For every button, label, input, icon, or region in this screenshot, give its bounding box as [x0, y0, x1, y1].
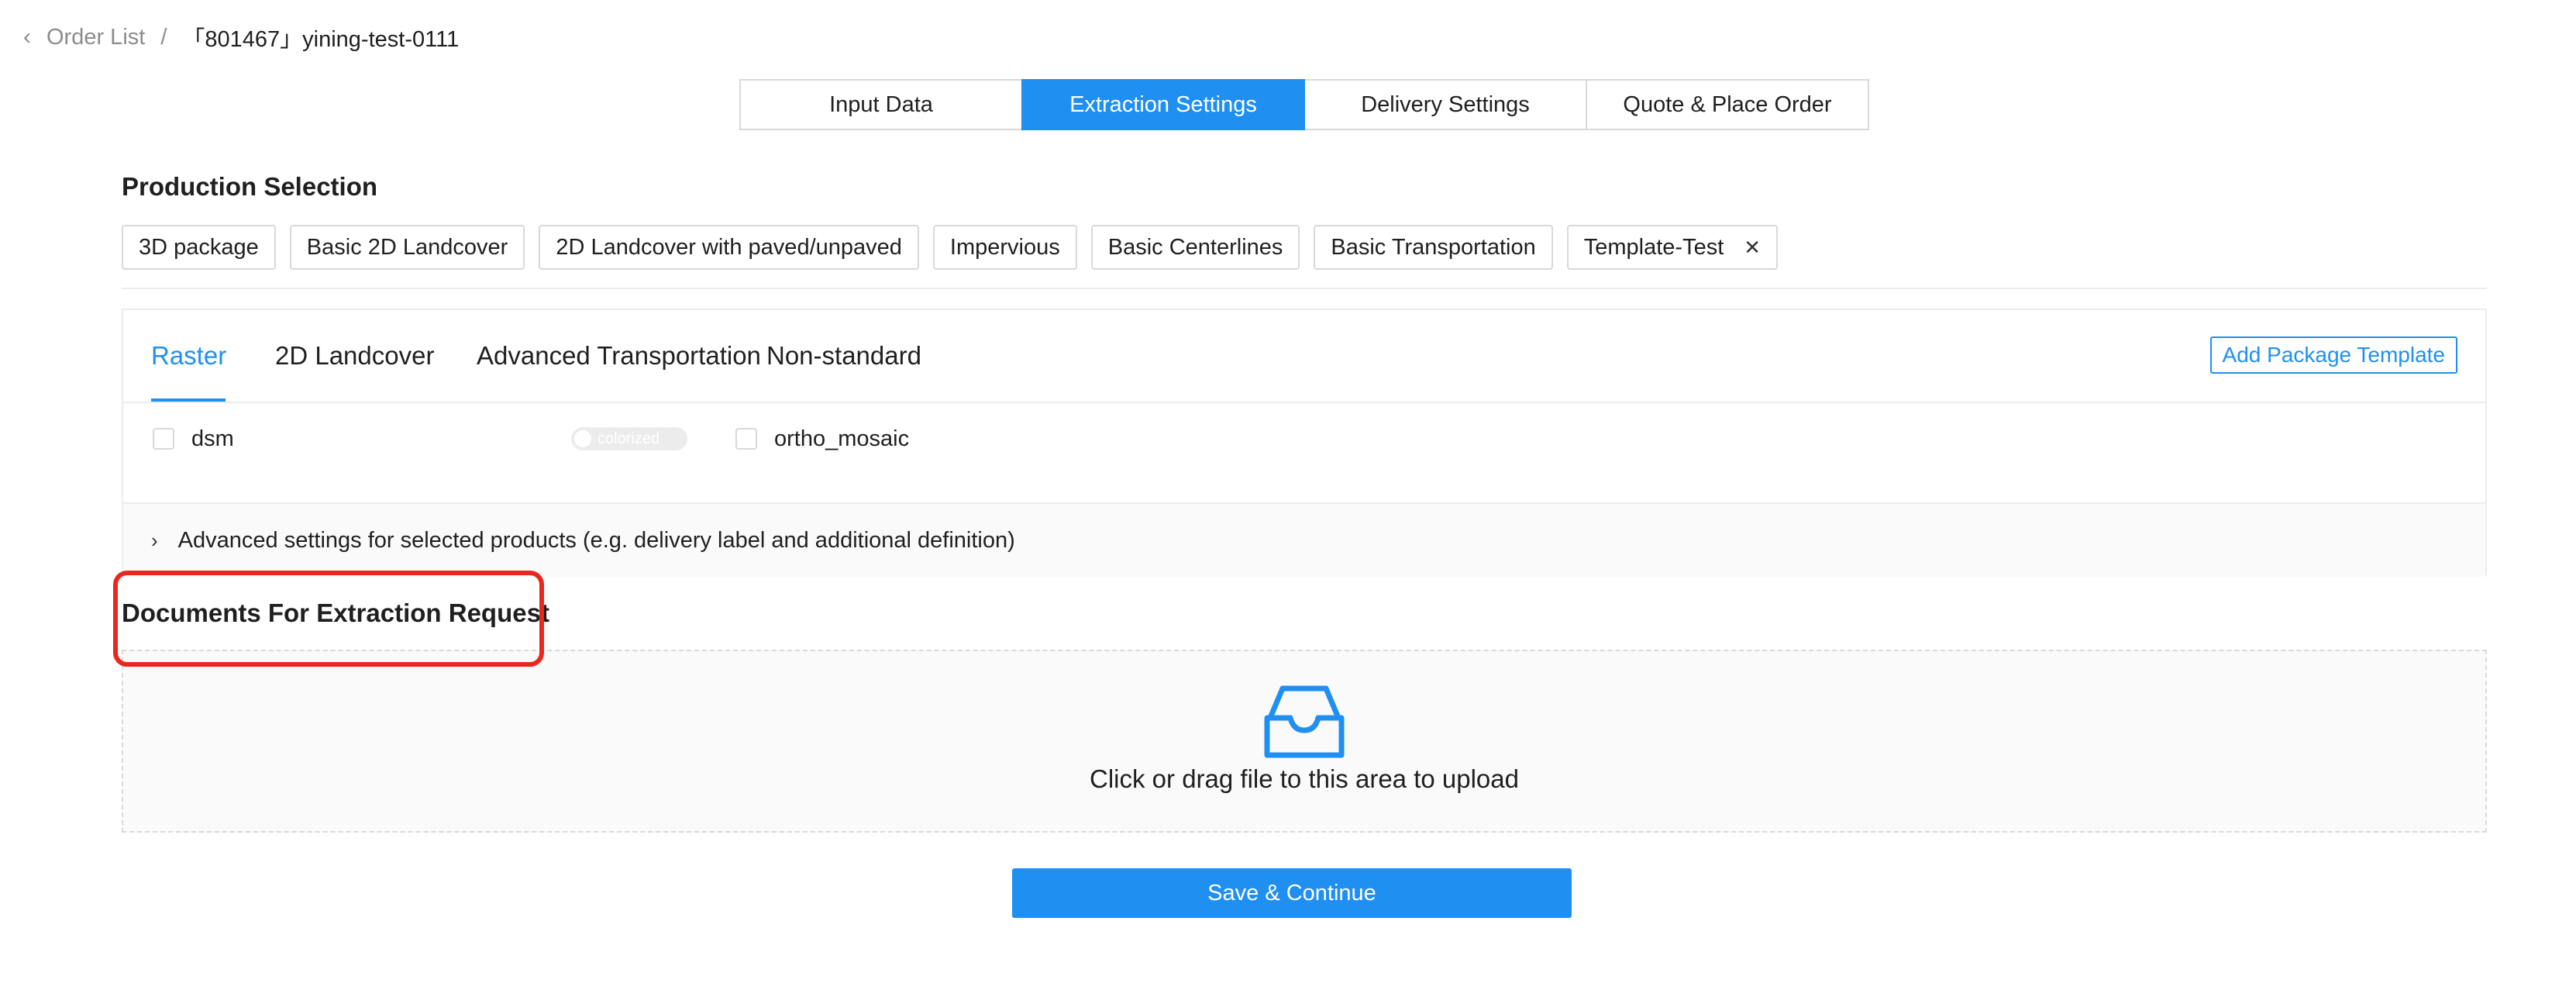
ortho-mosaic-label: ortho_mosaic	[774, 426, 910, 451]
tag-template-test[interactable]: Template-Test ✕	[1566, 225, 1779, 270]
advanced-settings-label: Advanced settings for selected products …	[177, 527, 1015, 553]
colorized-switch[interactable]: colorized	[571, 427, 687, 450]
tag-label: Basic 2D Landcover	[306, 234, 508, 260]
ortho-mosaic-checkbox[interactable]	[735, 428, 757, 450]
tag-basic-transportation[interactable]: Basic Transportation	[1314, 225, 1553, 270]
step-delivery-settings[interactable]: Delivery Settings	[1303, 79, 1587, 130]
divider	[122, 288, 2487, 289]
tag-label: 2D Landcover with paved/unpaved	[556, 234, 902, 260]
colorized-label: colorized	[598, 430, 660, 447]
tag-impervious[interactable]: Impervious	[932, 225, 1077, 270]
add-package-template-button[interactable]: Add Package Template	[2209, 336, 2457, 374]
step-quote-place-order[interactable]: Quote & Place Order	[1586, 79, 1869, 130]
chevron-left-icon[interactable]: ‹	[23, 24, 31, 50]
tag-basic-2d-landcover[interactable]: Basic 2D Landcover	[289, 225, 525, 270]
tab-non-standard[interactable]: Non-standard	[766, 341, 921, 371]
tab-2d-landcover[interactable]: 2D Landcover	[275, 341, 434, 371]
tag-basic-centerlines[interactable]: Basic Centerlines	[1090, 225, 1300, 270]
chevron-right-icon: ›	[151, 528, 158, 552]
breadcrumb-separator: /	[160, 24, 167, 50]
dsm-checkbox[interactable]	[153, 428, 174, 450]
tag-label: Basic Transportation	[1331, 234, 1536, 260]
dsm-label: dsm	[191, 426, 234, 451]
tag-3d-package[interactable]: 3D package	[122, 225, 276, 270]
breadcrumb-order-list-link[interactable]: Order List	[46, 25, 145, 50]
advanced-settings-collapse[interactable]: › Advanced settings for selected product…	[123, 502, 2485, 577]
breadcrumb: ‹ Order List / 「801467」yining-test-0111	[23, 22, 459, 53]
upload-dropzone[interactable]: Click or drag file to this area to uploa…	[122, 650, 2487, 833]
save-continue-button[interactable]: Save & Continue	[1012, 868, 1572, 918]
step-input-data[interactable]: Input Data	[739, 79, 1023, 130]
step-extraction-settings[interactable]: Extraction Settings	[1021, 79, 1305, 130]
tag-label: 3D package	[139, 234, 259, 260]
active-tab-indicator	[151, 398, 226, 402]
tag-label: Basic Centerlines	[1107, 234, 1283, 260]
upload-hint-text: Click or drag file to this area to uploa…	[1090, 764, 1519, 793]
tag-2d-landcover-paved[interactable]: 2D Landcover with paved/unpaved	[539, 225, 919, 270]
product-tab-bar: Raster 2D Landcover Advanced Transportat…	[123, 310, 2485, 403]
tag-label: Impervious	[949, 234, 1060, 260]
tab-raster[interactable]: Raster	[151, 341, 226, 371]
switch-knob	[574, 430, 591, 447]
inbox-icon	[1264, 685, 1345, 758]
breadcrumb-current: 「801467」yining-test-0111	[182, 27, 460, 52]
step-tabs: Input Data Extraction Settings Delivery …	[739, 79, 1869, 130]
tag-label: Template-Test	[1583, 234, 1724, 260]
highlight-annotation	[113, 571, 544, 667]
tab-advanced-transportation[interactable]: Advanced Transportation	[477, 341, 761, 371]
close-icon[interactable]: ✕	[1744, 236, 1761, 260]
production-selection-title: Production Selection	[122, 172, 378, 201]
product-card: Raster 2D Landcover Advanced Transportat…	[122, 309, 2487, 577]
production-tags: 3D package Basic 2D Landcover 2D Landcov…	[122, 225, 1792, 270]
